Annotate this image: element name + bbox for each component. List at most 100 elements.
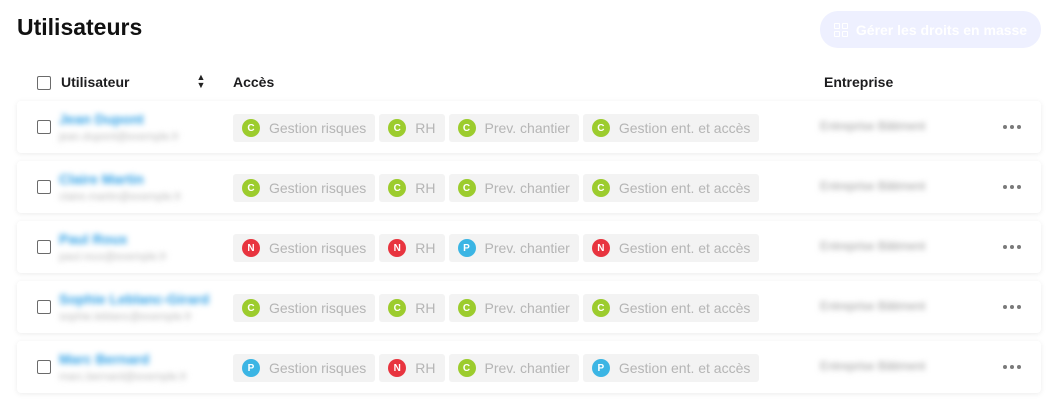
access-chip[interactable]: P Prev. chantier xyxy=(448,234,579,262)
access-chip[interactable]: C RH xyxy=(379,114,445,142)
access-chip[interactable]: P Gestion risques xyxy=(233,354,376,382)
table-row[interactable]: Jean Dupont jean.dupont@exemple.fr C Gestio… xyxy=(17,101,1041,153)
more-options-icon[interactable] xyxy=(1001,298,1023,316)
column-header-access: Accès xyxy=(233,74,275,90)
access-label: RH xyxy=(415,180,436,196)
access-chip[interactable]: N RH xyxy=(379,354,445,382)
table-row[interactable]: Claire Martin claire.martin@exemple.fr C Ge… xyxy=(17,161,1041,213)
access-list: C Gestion risques C RH C Prev. chantier C Gesti… xyxy=(233,114,760,142)
company-name: Entreprise Bâtiment xyxy=(820,239,926,253)
row-checkbox[interactable] xyxy=(37,180,51,194)
access-status-badge: C xyxy=(388,119,407,137)
access-chip[interactable]: C Gestion risques xyxy=(233,114,376,142)
access-chip[interactable]: P Gestion ent. et accès xyxy=(582,354,760,382)
more-options-icon[interactable] xyxy=(1001,238,1023,256)
access-chip[interactable]: N Gestion risques xyxy=(233,234,376,262)
access-label: Prev. chantier xyxy=(484,360,570,376)
access-chip[interactable]: C Gestion ent. et accès xyxy=(582,174,760,202)
access-status-badge: N xyxy=(388,239,407,257)
user-cell[interactable]: Claire Martin claire.martin@exemple.fr xyxy=(59,171,229,205)
sort-icon[interactable]: ▲ ▼ xyxy=(196,73,206,90)
access-status-badge: C xyxy=(388,179,407,197)
more-options-icon[interactable] xyxy=(1001,358,1023,376)
access-chip[interactable]: C Prev. chantier xyxy=(448,354,579,382)
user-cell[interactable]: Jean Dupont jean.dupont@exemple.fr xyxy=(59,111,229,145)
access-status-badge: C xyxy=(457,119,476,137)
access-chip[interactable]: N RH xyxy=(379,234,445,262)
access-label: Prev. chantier xyxy=(484,240,570,256)
row-checkbox[interactable] xyxy=(37,240,51,254)
more-options-icon[interactable] xyxy=(1001,178,1023,196)
page-title: Utilisateurs xyxy=(17,14,143,40)
access-chip[interactable]: C Gestion risques xyxy=(233,174,376,202)
access-chip[interactable]: C Prev. chantier xyxy=(448,174,579,202)
access-label: Gestion ent. et accès xyxy=(618,360,751,376)
user-name-link[interactable]: Marc Bernard xyxy=(59,351,229,367)
column-header-company: Entreprise xyxy=(824,74,894,90)
user-email: marc.bernard@exemple.fr xyxy=(59,371,187,383)
access-status-badge: C xyxy=(591,299,610,317)
access-chip[interactable]: C Prev. chantier xyxy=(448,294,579,322)
company-name: Entreprise Bâtiment xyxy=(820,359,926,373)
access-label: Gestion ent. et accès xyxy=(618,300,751,316)
access-status-badge: P xyxy=(242,359,260,377)
user-cell[interactable]: Paul Roux paul.roux@exemple.fr xyxy=(59,231,229,265)
access-list: N Gestion risques N RH P Prev. chantier N Gesti… xyxy=(233,234,760,262)
access-status-badge: C xyxy=(457,299,476,317)
access-label: Gestion ent. et accès xyxy=(618,120,751,136)
access-chip[interactable]: C RH xyxy=(379,174,445,202)
row-checkbox[interactable] xyxy=(37,120,51,134)
access-status-badge: C xyxy=(242,179,260,197)
access-label: Gestion ent. et accès xyxy=(618,180,751,196)
access-status-badge: N xyxy=(388,359,407,377)
company-name: Entreprise Bâtiment xyxy=(820,299,926,313)
table-row[interactable]: Paul Roux paul.roux@exemple.fr N Gestion ri… xyxy=(17,221,1041,273)
access-label: Gestion risques xyxy=(269,360,367,376)
row-checkbox[interactable] xyxy=(37,300,51,314)
access-list: C Gestion risques C RH C Prev. chantier C Gesti… xyxy=(233,174,760,202)
user-email: jean.dupont@exemple.fr xyxy=(59,131,180,143)
bulk-rights-label: Gérer les droits en masse xyxy=(855,21,1028,38)
user-name-link[interactable]: Paul Roux xyxy=(59,231,229,247)
access-label: RH xyxy=(415,120,436,136)
row-checkbox[interactable] xyxy=(37,360,51,374)
bulk-rights-button[interactable]: Gérer les droits en masse xyxy=(820,11,1041,48)
access-chip[interactable]: C Gestion ent. et accès xyxy=(582,294,760,322)
access-status-badge: P xyxy=(457,239,476,257)
access-label: Gestion ent. et accès xyxy=(618,240,751,256)
company-name: Entreprise Bâtiment xyxy=(820,179,926,193)
user-cell[interactable]: Sophie Leblanc-Girard sophie.leblanc@exem… xyxy=(59,291,229,325)
table-row[interactable]: Marc Bernard marc.bernard@exemple.fr P Gest… xyxy=(17,341,1041,393)
select-all-checkbox[interactable] xyxy=(37,76,51,90)
company-name: Entreprise Bâtiment xyxy=(820,119,926,133)
grid-icon xyxy=(833,22,848,37)
access-chip[interactable]: C Gestion risques xyxy=(233,294,376,322)
access-chip[interactable]: C RH xyxy=(379,294,445,322)
user-email: paul.roux@exemple.fr xyxy=(59,251,167,263)
table-row[interactable]: Sophie Leblanc-Girard sophie.leblanc@exem… xyxy=(17,281,1041,333)
access-chip[interactable]: C Gestion ent. et accès xyxy=(582,114,760,142)
access-label: Prev. chantier xyxy=(484,300,570,316)
access-chip[interactable]: N Gestion ent. et accès xyxy=(582,234,760,262)
user-cell[interactable]: Marc Bernard marc.bernard@exemple.fr xyxy=(59,351,229,385)
access-list: C Gestion risques C RH C Prev. chantier C Gesti… xyxy=(233,294,760,322)
more-options-icon[interactable] xyxy=(1001,118,1023,136)
access-status-badge: C xyxy=(457,179,476,197)
access-status-badge: C xyxy=(242,299,260,317)
user-email: sophie.leblanc@exemple.fr xyxy=(59,311,192,323)
access-list: P Gestion risques N RH C Prev. chantier P Gesti… xyxy=(233,354,760,382)
access-status-badge: N xyxy=(591,239,610,257)
access-label: Gestion risques xyxy=(269,180,367,196)
user-name-link[interactable]: Jean Dupont xyxy=(59,111,229,127)
access-label: Prev. chantier xyxy=(484,120,570,136)
access-status-badge: C xyxy=(242,119,260,137)
access-label: Prev. chantier xyxy=(484,180,570,196)
access-label: RH xyxy=(415,240,436,256)
user-name-link[interactable]: Claire Martin xyxy=(59,171,229,187)
column-header-user[interactable]: Utilisateur xyxy=(61,74,129,90)
user-name-link[interactable]: Sophie Leblanc-Girard xyxy=(59,291,229,307)
access-chip[interactable]: C Prev. chantier xyxy=(448,114,579,142)
access-label: Gestion risques xyxy=(269,120,367,136)
user-email: claire.martin@exemple.fr xyxy=(59,191,182,203)
access-label: RH xyxy=(415,300,436,316)
